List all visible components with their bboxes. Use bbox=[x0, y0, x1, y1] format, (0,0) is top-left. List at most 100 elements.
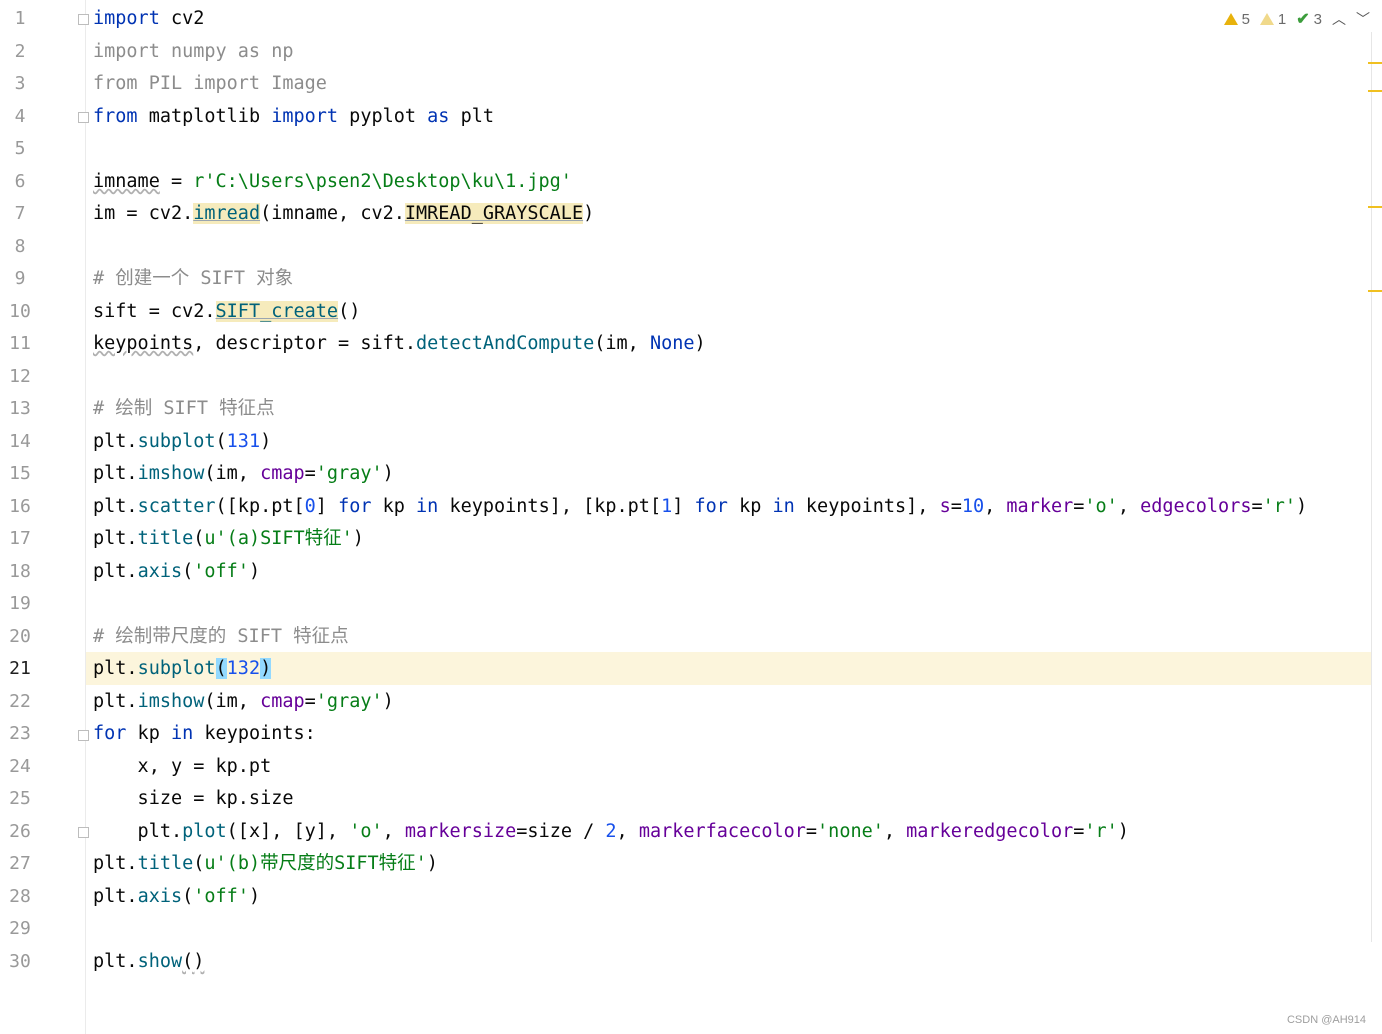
code-token: ) bbox=[583, 203, 595, 224]
line-number[interactable]: 17 bbox=[0, 523, 40, 556]
code-token: 'off' bbox=[193, 886, 249, 907]
line-number[interactable]: 12 bbox=[0, 361, 40, 394]
line-number[interactable]: 25 bbox=[0, 783, 40, 816]
typo-count[interactable]: ✔ 3 bbox=[1296, 9, 1322, 29]
code-token: ) bbox=[248, 561, 261, 582]
code-token: # 绘制 SIFT 特征点 bbox=[93, 398, 275, 419]
fold-icon[interactable] bbox=[78, 730, 89, 741]
error-stripe-mark[interactable] bbox=[1368, 62, 1382, 64]
line-number[interactable]: 30 bbox=[0, 946, 40, 979]
vertical-scrollbar[interactable] bbox=[1371, 32, 1382, 942]
line-number[interactable]: 16 bbox=[0, 491, 40, 524]
code-line-26[interactable]: plt.plot([x], [y], 'o', markersize=size … bbox=[93, 816, 1370, 849]
code-line-24[interactable]: x, y = kp.pt bbox=[93, 751, 1370, 784]
line-number[interactable]: 26 bbox=[0, 816, 40, 849]
warning-count[interactable]: 5 bbox=[1223, 10, 1250, 28]
code-line-1[interactable]: import cv2 bbox=[93, 3, 1370, 36]
fold-icon[interactable] bbox=[78, 14, 89, 25]
code-line-28[interactable]: plt.axis('off') bbox=[93, 881, 1370, 914]
code-line-16[interactable]: plt.scatter([kp.pt[0] for kp in keypoint… bbox=[93, 491, 1370, 524]
code-line-13[interactable]: # 绘制 SIFT 特征点 bbox=[93, 393, 1370, 426]
code-line-10[interactable]: sift = cv2.SIFT_create() bbox=[93, 296, 1370, 329]
line-number[interactable]: 27 bbox=[0, 848, 40, 881]
line-number[interactable]: 18 bbox=[0, 556, 40, 589]
line-number[interactable]: 20 bbox=[0, 621, 40, 654]
code-line-18[interactable]: plt.axis('off') bbox=[93, 556, 1370, 589]
code-line-7[interactable]: im = cv2.imread(imname, cv2.IMREAD_GRAYS… bbox=[93, 198, 1370, 231]
line-number[interactable]: 13 bbox=[0, 393, 40, 426]
error-stripe-mark[interactable] bbox=[1368, 90, 1382, 92]
code-token: from bbox=[93, 106, 138, 127]
code-token: ] bbox=[672, 496, 695, 517]
line-number[interactable]: 22 bbox=[0, 686, 40, 719]
error-stripe-mark[interactable] bbox=[1368, 206, 1382, 208]
code-token: import numpy as np bbox=[93, 41, 294, 62]
code-token: for bbox=[93, 723, 127, 744]
line-number[interactable]: 3 bbox=[0, 68, 40, 101]
line-number[interactable]: 24 bbox=[0, 751, 40, 784]
code-token: edgecolors bbox=[1140, 496, 1252, 517]
code-line-9[interactable]: # 创建一个 SIFT 对象 bbox=[93, 263, 1370, 296]
code-line-30[interactable]: plt.show() bbox=[93, 946, 1370, 979]
code-token: kp bbox=[371, 496, 417, 517]
code-token: markersize bbox=[404, 821, 517, 842]
warning-count-label: 5 bbox=[1241, 10, 1250, 28]
line-number[interactable]: 4 bbox=[0, 101, 40, 134]
line-number[interactable]: 6 bbox=[0, 166, 40, 199]
code-line-15[interactable]: plt.imshow(im, cmap='gray') bbox=[93, 458, 1370, 491]
line-number[interactable]: 11 bbox=[0, 328, 40, 361]
code-token: markeredgecolor bbox=[906, 821, 1074, 842]
code-line-22[interactable]: plt.imshow(im, cmap='gray') bbox=[93, 686, 1370, 719]
code-line-23[interactable]: for kp in keypoints: bbox=[93, 718, 1370, 751]
fold-icon[interactable] bbox=[78, 827, 89, 838]
code-token: , bbox=[616, 821, 639, 842]
line-number[interactable]: 1 bbox=[0, 3, 40, 36]
code-token: title bbox=[137, 528, 194, 549]
code-editor[interactable]: 1 2 3 4 5 6 7 8 9 10 11 12 13 14 15 16 17 18 19 20 21 22 23 24 2… bbox=[0, 0, 1382, 1034]
code-token: subplot bbox=[137, 431, 216, 452]
line-number[interactable]: 21 bbox=[0, 653, 40, 686]
line-number[interactable]: 28 bbox=[0, 881, 40, 914]
line-number[interactable]: 7 bbox=[0, 198, 40, 231]
code-token: ) bbox=[1117, 821, 1129, 842]
line-number[interactable]: 23 bbox=[0, 718, 40, 751]
chevron-up-icon[interactable]: ︿ bbox=[1332, 9, 1346, 29]
fold-icon[interactable] bbox=[78, 112, 89, 123]
code-line-14[interactable]: plt.subplot(131) bbox=[93, 426, 1370, 459]
weak-warning-count[interactable]: 1 bbox=[1259, 11, 1286, 28]
code-line-3[interactable]: from PIL import Image bbox=[93, 68, 1370, 101]
error-stripe-mark[interactable] bbox=[1368, 290, 1382, 292]
code-token: subplot bbox=[137, 658, 216, 679]
line-number[interactable]: 29 bbox=[0, 913, 40, 946]
line-number[interactable]: 10 bbox=[0, 296, 40, 329]
code-line-21[interactable]: plt.subplot(132) bbox=[93, 653, 1370, 686]
code-token: as bbox=[427, 106, 450, 127]
code-token: 'o' bbox=[349, 821, 383, 842]
code-token: cmap bbox=[260, 691, 305, 712]
code-line-2[interactable]: import numpy as np bbox=[93, 36, 1370, 69]
line-number[interactable]: 8 bbox=[0, 231, 40, 264]
code-token: 0 bbox=[304, 496, 316, 517]
code-line-25[interactable]: size = kp.size bbox=[93, 783, 1370, 816]
line-number[interactable]: 2 bbox=[0, 36, 40, 69]
code-token: in bbox=[772, 496, 795, 517]
code-line-20[interactable]: # 绘制带尺度的 SIFT 特征点 bbox=[93, 621, 1370, 654]
code-line-17[interactable]: plt.title(u'(a)SIFT特征') bbox=[93, 523, 1370, 556]
inspection-widget[interactable]: 5 1 ✔ 3 ︿ ﹀ bbox=[1223, 8, 1370, 30]
code-token: imread bbox=[193, 203, 261, 224]
line-number[interactable]: 19 bbox=[0, 588, 40, 621]
line-number[interactable]: 14 bbox=[0, 426, 40, 459]
warning-icon bbox=[1223, 13, 1238, 25]
code-token: 'off' bbox=[193, 561, 249, 582]
code-line-4[interactable]: from matplotlib import pyplot as plt bbox=[93, 101, 1370, 134]
line-number[interactable]: 5 bbox=[0, 133, 40, 166]
code-line-6[interactable]: imname = r'C:\Users\psen2\Desktop\ku\1.j… bbox=[93, 166, 1370, 199]
code-token: im = cv2. bbox=[93, 203, 194, 224]
code-line-11[interactable]: keypoints, descriptor = sift.detectAndCo… bbox=[93, 328, 1370, 361]
line-number[interactable]: 9 bbox=[0, 263, 40, 296]
line-number[interactable]: 15 bbox=[0, 458, 40, 491]
code-token: keypoints bbox=[93, 333, 194, 354]
chevron-down-icon[interactable]: ﹀ bbox=[1356, 9, 1370, 29]
code-line-27[interactable]: plt.title(u'(b)带尺度的SIFT特征') bbox=[93, 848, 1370, 881]
code-token: ( bbox=[193, 853, 205, 874]
